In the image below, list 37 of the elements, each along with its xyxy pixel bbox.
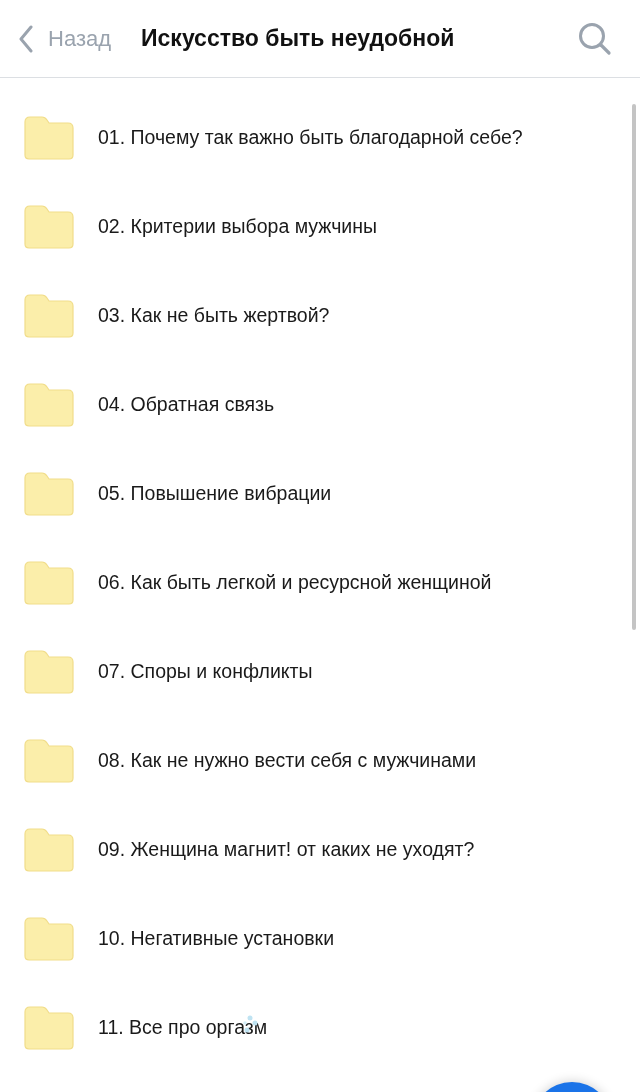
folder-item[interactable]: 02. Критерии выбора мужчины: [0, 182, 640, 271]
folder-name: 03. Как не быть жертвой?: [98, 304, 330, 327]
folder-item[interactable]: 08. Как не нужно вести себя с мужчинами: [0, 716, 640, 805]
folder-item[interactable]: 10. Негативные установки: [0, 894, 640, 983]
folder-item[interactable]: 09. Женщина магнит! от каких не уходят?: [0, 805, 640, 894]
folder-icon: [22, 738, 74, 783]
folder-item[interactable]: 11. Все про оргазм: [0, 983, 640, 1072]
folder-icon: [22, 1005, 74, 1050]
folder-name: 07. Споры и конфликты: [98, 660, 313, 683]
folder-icon: [22, 382, 74, 427]
folder-icon: [22, 649, 74, 694]
folder-icon: [22, 115, 74, 160]
folder-name: 04. Обратная связь: [98, 393, 275, 416]
screen-title: Искусство быть неудобной: [141, 25, 456, 52]
folder-name: 08. Как не нужно вести себя с мужчинами: [98, 749, 477, 772]
search-icon[interactable]: [578, 21, 612, 56]
folder-icon: [22, 916, 74, 961]
folder-icon: [22, 560, 74, 605]
folder-item[interactable]: 05. Повышение вибрации: [0, 449, 640, 538]
folder-item[interactable]: 04. Обратная связь: [0, 360, 640, 449]
folder-name: 02. Критерии выбора мужчины: [98, 215, 377, 238]
folder-name: 11. Все про оргазм: [98, 1016, 268, 1039]
folder-icon: [22, 204, 74, 249]
folder-item[interactable]: 01. Почему так важно быть благодарной себе?: [0, 93, 640, 182]
folder-item[interactable]: 07. Споры и конфликты: [0, 627, 640, 716]
folder-item[interactable]: 06. Как быть легкой и ресурсной женщиной: [0, 538, 640, 627]
folder-name: 06. Как быть легкой и ресурсной женщиной: [98, 571, 492, 594]
folder-item[interactable]: 03. Как не быть жертвой?: [0, 271, 640, 360]
folder-icon: [22, 827, 74, 872]
folder-icon: [22, 293, 74, 338]
folder-icon: [22, 471, 74, 516]
folder-name: 05. Повышение вибрации: [98, 482, 332, 505]
scrollbar[interactable]: [632, 104, 636, 630]
folder-name: 10. Негативные установки: [98, 927, 335, 950]
folder-name: 09. Женщина магнит! от каких не уходят?: [98, 838, 475, 861]
folder-name: 01. Почему так важно быть благодарной себе?: [98, 126, 523, 149]
back-chevron-icon: [18, 24, 34, 53]
